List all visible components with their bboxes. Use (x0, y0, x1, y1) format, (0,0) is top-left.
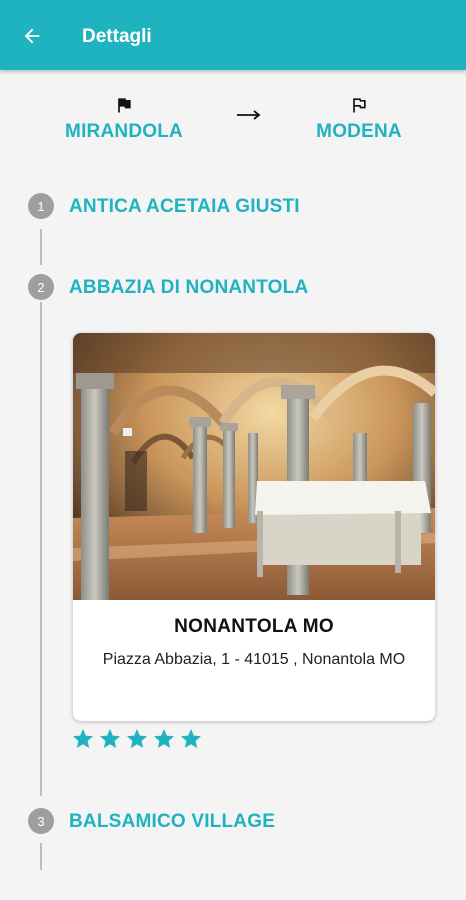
star-icon (100, 729, 120, 748)
timeline-segment (40, 229, 42, 265)
route-end-label: MODENA (316, 121, 402, 142)
step-title-3[interactable]: BALSAMICO VILLAGE (69, 811, 275, 833)
timeline-segment (40, 843, 42, 870)
step-number-badge: 1 (28, 193, 54, 219)
page-title: Dettagli (82, 26, 152, 47)
back-button[interactable] (16, 20, 48, 52)
arrow-back-icon (24, 28, 40, 44)
step-title-2[interactable]: ABBAZIA DI NONANTOLA (69, 277, 308, 299)
place-card[interactable]: NONANTOLA MO Piazza Abbazia, 1 - 41015 ,… (73, 333, 435, 721)
step-number-badge: 3 (28, 808, 54, 834)
star-icon (181, 729, 201, 748)
route-start-label: MIRANDOLA (65, 121, 183, 142)
abbey-crypt-photo (73, 333, 435, 600)
rating-stars (71, 727, 203, 751)
star-icon (127, 729, 147, 748)
route-end: MODENA (279, 94, 439, 143)
timeline-segment (40, 302, 42, 796)
arrow-right-icon (237, 110, 261, 120)
place-title: NONANTOLA MO (174, 616, 334, 637)
place-address: Piazza Abbazia, 1 - 41015 , Nonantola MO (102, 651, 406, 668)
flag-outline-icon (353, 98, 366, 113)
star-icon (154, 729, 174, 748)
step-title-1[interactable]: ANTICA ACETAIA GIUSTI (69, 196, 300, 218)
app-bar: Dettagli (0, 0, 466, 70)
star-icon (73, 729, 93, 748)
flag-filled-icon (118, 98, 131, 113)
step-number-badge: 2 (28, 274, 54, 300)
route-start: MIRANDOLA (44, 94, 204, 143)
